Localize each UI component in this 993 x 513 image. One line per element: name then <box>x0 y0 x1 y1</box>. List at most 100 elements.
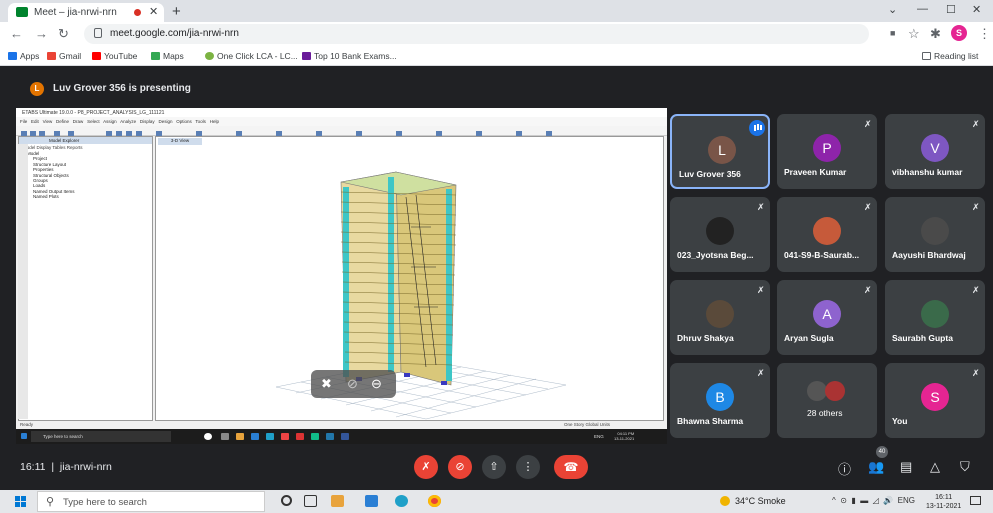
pin-icon[interactable]: ✖ <box>321 376 332 392</box>
menu-icon[interactable]: ⋮ <box>978 26 991 42</box>
bookmark-star-icon[interactable]: ☆ <box>908 26 920 42</box>
file-explorer-icon[interactable] <box>331 495 344 507</box>
avatar: P <box>813 134 841 162</box>
avatar: S <box>921 383 949 411</box>
minimize-button[interactable]: — <box>917 3 928 15</box>
participant-tile-jyotsna[interactable]: ✗ 023_Jyotsna Beg... <box>670 197 770 272</box>
address-bar[interactable]: meet.google.com/jia-nrwi-nrn <box>84 24 869 44</box>
mic-off-icon: ✗ <box>972 202 980 212</box>
reading-list[interactable]: Reading list <box>922 51 978 61</box>
participant-tile-saurab[interactable]: ✗ 041-S9-B-Saurab... <box>777 197 877 272</box>
browser-tab[interactable]: Meet – jia-nrwi-nrn ✕ <box>8 3 164 22</box>
end-call-button[interactable]: ☎ <box>554 455 588 479</box>
participant-tile-others[interactable]: 28 others <box>777 363 877 438</box>
more-options-button[interactable]: ⋮ <box>516 455 540 479</box>
participant-tile-dhruv[interactable]: ✗ Dhruv Shakya <box>670 280 770 355</box>
participant-name: 041-S9-B-Saurab... <box>784 250 860 260</box>
participant-name: Bhawna Sharma <box>677 416 744 426</box>
taskbar-search-box[interactable]: ⚲ Type here to search <box>37 491 265 512</box>
present-button[interactable]: ⇧ <box>482 455 506 479</box>
close-window-button[interactable]: ✕ <box>972 3 981 16</box>
others-avatar-1 <box>807 381 827 401</box>
participant-tile-aryan[interactable]: ✗ A Aryan Sugla <box>777 280 877 355</box>
taskbar-clock[interactable]: 16:11 13-11-2021 <box>926 493 961 511</box>
participant-tile-you[interactable]: ✗ S You <box>885 363 985 438</box>
minus-icon[interactable]: ⊖ <box>371 376 382 392</box>
shared-search-box: Type here to search <box>31 431 171 442</box>
participant-tile-luv-grover[interactable]: L Luv Grover 356 <box>670 114 770 189</box>
mail-icon[interactable] <box>365 495 378 507</box>
mic-toggle-button[interactable]: ✗ <box>414 455 438 479</box>
edge-icon[interactable] <box>395 495 408 507</box>
mic-off-icon: ✗ <box>972 119 980 129</box>
people-icon[interactable]: 👥 <box>868 459 884 475</box>
profile-avatar[interactable]: S <box>951 25 967 41</box>
close-tab-icon[interactable]: ✕ <box>149 5 158 18</box>
model-tree: Model Project Structure Layout Propertie… <box>27 151 75 200</box>
participant-name: Praveen Kumar <box>784 167 847 177</box>
people-count-badge: 40 <box>876 446 888 458</box>
activities-icon[interactable]: △ <box>930 459 940 475</box>
maximize-button[interactable]: ☐ <box>946 3 956 16</box>
participant-tile-praveen-kumar[interactable]: ✗ P Praveen Kumar <box>777 114 877 189</box>
app-icon-4 <box>341 433 349 440</box>
bookmark-youtube[interactable]: YouTube <box>92 51 137 61</box>
lock-icon <box>94 28 102 38</box>
presenting-banner: L Luv Grover 356 is presenting <box>15 80 980 99</box>
bookmark-gmail[interactable]: Gmail <box>47 51 81 61</box>
participant-name: vibhanshu kumar <box>892 167 963 177</box>
participant-tile-saurabh-gupta[interactable]: ✗ Saurabh Gupta <box>885 280 985 355</box>
windows-start-icon[interactable] <box>15 496 26 507</box>
meeting-details-icon[interactable]: ⓘ <box>838 459 851 478</box>
mic-off-icon: ✗ <box>757 202 765 212</box>
tab-search-icon[interactable]: ⌄ <box>888 3 897 16</box>
host-controls-icon[interactable]: ⛉ <box>960 459 970 475</box>
task-view-icon[interactable] <box>304 495 317 507</box>
participant-name: Saurabh Gupta <box>892 333 953 343</box>
participant-tile-bhawna[interactable]: ✗ B Bhawna Sharma <box>670 363 770 438</box>
model-explorer-panel: Model Explorer Model Display Tables Repo… <box>18 136 153 421</box>
notification-icon[interactable] <box>970 496 981 505</box>
extensions-icon[interactable]: ✱ <box>930 26 941 42</box>
mic-off-icon: ✗ <box>757 368 765 378</box>
meet-favicon-icon <box>16 7 28 17</box>
bookmark-maps[interactable]: Maps <box>151 51 184 61</box>
weather-widget[interactable]: 34°C Smoke <box>720 496 786 506</box>
reading-list-icon <box>922 52 931 60</box>
edge-icon <box>266 433 274 440</box>
cortana-icon[interactable] <box>281 495 292 506</box>
mute-presentation-icon[interactable]: ⊘ <box>347 376 358 392</box>
model-explorer-title: Model Explorer <box>19 137 152 144</box>
back-icon[interactable]: ← <box>10 26 23 41</box>
shared-screen: ETABS Ultimate 19.0.0 - P8_PROJECT_ANALY… <box>16 108 667 444</box>
camera-indicator-icon[interactable]: ■ <box>890 28 895 38</box>
weather-sun-icon <box>720 496 730 506</box>
reload-icon[interactable]: ↻ <box>58 26 69 42</box>
avatar: L <box>708 136 736 164</box>
browser-toolbar: ← → ↻ meet.google.com/jia-nrwi-nrn ■ ☆ ✱… <box>0 22 993 46</box>
taskview-icon <box>221 433 229 440</box>
bookmark-apps[interactable]: Apps <box>8 51 39 61</box>
mic-off-icon: ✗ <box>864 285 872 295</box>
profile-photo <box>921 217 949 245</box>
chrome-icon[interactable] <box>428 495 441 507</box>
speaking-indicator-icon <box>749 120 765 136</box>
bookmark-top-10-bank-exams[interactable]: Top 10 Bank Exams... <box>302 51 397 61</box>
chat-icon[interactable]: ▤ <box>900 459 912 475</box>
etabs-status-bar: Ready One Story Global Units <box>16 421 667 429</box>
shared-clock: 04:11 PM 13-11-2021 <box>614 431 635 441</box>
camera-toggle-button[interactable]: ⊘ <box>448 455 472 479</box>
apps-icon <box>8 52 17 60</box>
participant-tile-vibhanshu-kumar[interactable]: ✗ V vibhanshu kumar <box>885 114 985 189</box>
system-tray[interactable]: ^ ⊙ ▮ ▬ ◿ 🔊 ENG <box>832 496 915 505</box>
avatar: A <box>813 300 841 328</box>
participant-tile-aayushi[interactable]: ✗ Aayushi Bhardwaj <box>885 197 985 272</box>
bookmark-one-click-lca[interactable]: One Click LCA - LC... <box>205 51 298 61</box>
browser-tab-strip: Meet – jia-nrwi-nrn ✕ + ⌄ — ☐ ✕ <box>0 0 993 22</box>
new-tab-button[interactable]: + <box>172 3 181 20</box>
participant-name: Aryan Sugla <box>784 333 834 343</box>
recording-dot-icon <box>134 9 141 16</box>
forward-icon[interactable]: → <box>35 26 48 41</box>
participant-name: 023_Jyotsna Beg... <box>677 250 754 260</box>
mail-icon <box>251 433 259 440</box>
